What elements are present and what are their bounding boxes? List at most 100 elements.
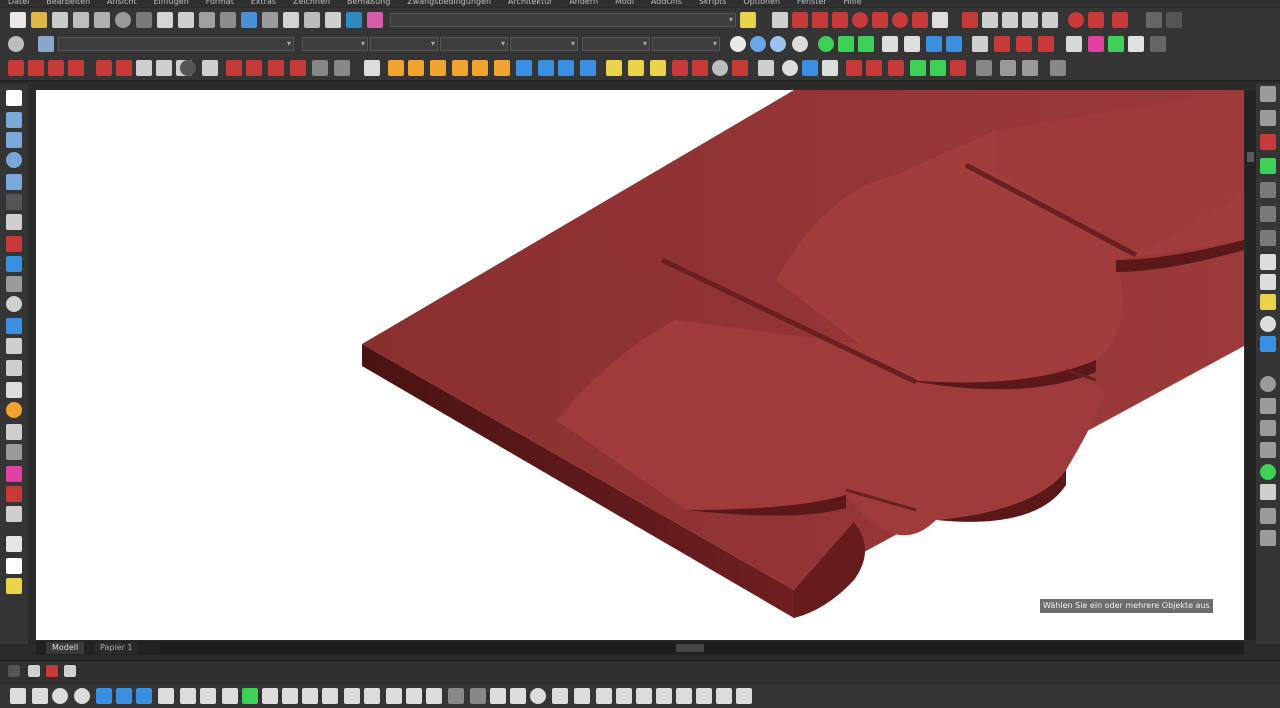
draw-erase-icon[interactable]: [6, 318, 22, 334]
tool-copy-icon[interactable]: [1260, 182, 1276, 198]
tool-pyramid-icon[interactable]: [1260, 442, 1276, 458]
dim-angle-icon[interactable]: [994, 36, 1010, 52]
tool-cube-icon[interactable]: [1260, 274, 1276, 290]
render-sky-icon[interactable]: [792, 36, 808, 52]
face-copy-icon[interactable]: [976, 60, 992, 76]
render-green-icon[interactable]: [818, 36, 834, 52]
color-yellow-icon[interactable]: [1108, 36, 1124, 52]
rect-icon[interactable]: [202, 60, 218, 76]
solid-orange5-icon[interactable]: [472, 60, 488, 76]
snap-quadrant-icon[interactable]: [872, 12, 888, 28]
color-block-icon[interactable]: [1128, 36, 1144, 52]
draw-circle-icon[interactable]: [6, 152, 22, 168]
copy-icon[interactable]: [157, 12, 173, 28]
vertical-scrollbar[interactable]: [1245, 90, 1256, 640]
snap-cross-icon[interactable]: [1022, 12, 1038, 28]
bottom-loft-icon[interactable]: [242, 688, 258, 704]
draw-3d-icon[interactable]: [6, 276, 22, 292]
dim-radius-icon[interactable]: [1016, 36, 1032, 52]
bottom-union-icon[interactable]: [262, 688, 278, 704]
select-cursor-icon[interactable]: [882, 36, 898, 52]
bottom-mirror3d-icon[interactable]: [676, 688, 692, 704]
menu-optionen[interactable]: Optionen: [743, 0, 780, 6]
bottom-pyramid-icon[interactable]: [116, 688, 132, 704]
save-icon[interactable]: [52, 12, 68, 28]
command-dim-icon[interactable]: [64, 665, 76, 677]
bottom-torus-icon[interactable]: [74, 688, 90, 704]
snap-vertical-icon[interactable]: [1002, 12, 1018, 28]
bottom-flat-icon[interactable]: [426, 688, 442, 704]
layer-state-icon[interactable]: [740, 12, 756, 28]
render-light-icon[interactable]: [750, 36, 766, 52]
snap-extension-icon[interactable]: [832, 12, 848, 28]
draw-line-icon[interactable]: [6, 112, 22, 128]
face-extrude-icon[interactable]: [846, 60, 862, 76]
tool-settings-icon[interactable]: [1260, 508, 1276, 524]
tool-layer-icon[interactable]: [1260, 206, 1276, 222]
arc-icon[interactable]: [28, 60, 44, 76]
tool-globe-icon[interactable]: [1260, 464, 1276, 480]
union-icon[interactable]: [782, 60, 798, 76]
subtract-icon[interactable]: [802, 60, 818, 76]
draw-color-icon[interactable]: [6, 402, 22, 418]
extrude3-icon[interactable]: [650, 60, 666, 76]
transparency-select[interactable]: [582, 37, 650, 51]
select-window-icon[interactable]: [904, 36, 920, 52]
draw-spline-icon[interactable]: [6, 174, 22, 190]
snap-apparent-icon[interactable]: [1112, 12, 1128, 28]
cut-icon[interactable]: [136, 12, 152, 28]
draw-block-icon[interactable]: [6, 256, 22, 272]
draw-point-icon[interactable]: [6, 194, 22, 210]
menu-addons[interactable]: AddOns: [651, 0, 682, 6]
render-shade-icon[interactable]: [730, 36, 746, 52]
offset-icon[interactable]: [116, 60, 132, 76]
extrude-icon[interactable]: [606, 60, 622, 76]
bottom-separate-icon[interactable]: [470, 688, 486, 704]
snap-node-icon[interactable]: [1068, 12, 1084, 28]
line-icon[interactable]: [8, 60, 24, 76]
box-icon[interactable]: [364, 60, 380, 76]
bottom-sphere-icon[interactable]: [52, 688, 68, 704]
horizontal-scrollbar[interactable]: [160, 643, 1244, 653]
draw-frame-icon[interactable]: [6, 360, 22, 376]
bottom-cone2-icon[interactable]: [574, 688, 590, 704]
menu-zeichnen[interactable]: Zeichnen: [293, 0, 330, 6]
tool-cylinder-icon[interactable]: [1260, 420, 1276, 436]
menu-bearbeiten[interactable]: Bearbeiten: [46, 0, 90, 6]
break-icon[interactable]: [268, 60, 284, 76]
zoom-icon[interactable]: [304, 12, 320, 28]
lineweight-select[interactable]: [440, 37, 508, 51]
command-text-icon[interactable]: [46, 665, 58, 677]
draw-xline-icon[interactable]: [6, 132, 22, 148]
drawing-canvas[interactable]: Wählen Sie ein oder mehrere Objekte aus: [36, 90, 1244, 640]
bottom-cone-icon[interactable]: [136, 688, 152, 704]
draw-camera-icon[interactable]: [6, 506, 22, 522]
bottom-pipe-icon[interactable]: [180, 688, 196, 704]
snap-apex-icon[interactable]: [1088, 12, 1104, 28]
solid-orange3-icon[interactable]: [430, 60, 446, 76]
bottom-cylinder-icon[interactable]: [158, 688, 174, 704]
bottom-cylinder2-icon[interactable]: [552, 688, 568, 704]
solid-orange4-icon[interactable]: [452, 60, 468, 76]
menu-ansicht[interactable]: Ansicht: [107, 0, 137, 6]
interfere-icon[interactable]: [712, 60, 728, 76]
plotstyle-select[interactable]: [510, 37, 578, 51]
draw-insert-icon[interactable]: [6, 236, 22, 252]
cube-blue3-icon[interactable]: [558, 60, 574, 76]
snap-midpoint-icon[interactable]: [792, 12, 808, 28]
extrude2-icon[interactable]: [628, 60, 644, 76]
menu-aendern[interactable]: Ändern: [569, 0, 598, 6]
tool-pen-icon[interactable]: [1260, 134, 1276, 150]
command-snap-icon[interactable]: [28, 665, 40, 677]
text-a-icon[interactable]: [6, 536, 22, 552]
color-select[interactable]: [302, 37, 368, 51]
bottom-funnel-icon[interactable]: [386, 688, 402, 704]
pan-icon[interactable]: [283, 12, 299, 28]
draw-grid-icon[interactable]: [6, 338, 22, 354]
bottom-3d-label-icon[interactable]: [696, 688, 712, 704]
properties-icon[interactable]: [346, 12, 362, 28]
text-style-icon[interactable]: [6, 558, 22, 574]
tool-cone-icon[interactable]: [1260, 336, 1276, 352]
copy2-icon[interactable]: [136, 60, 152, 76]
bottom-network-icon[interactable]: [596, 688, 612, 704]
